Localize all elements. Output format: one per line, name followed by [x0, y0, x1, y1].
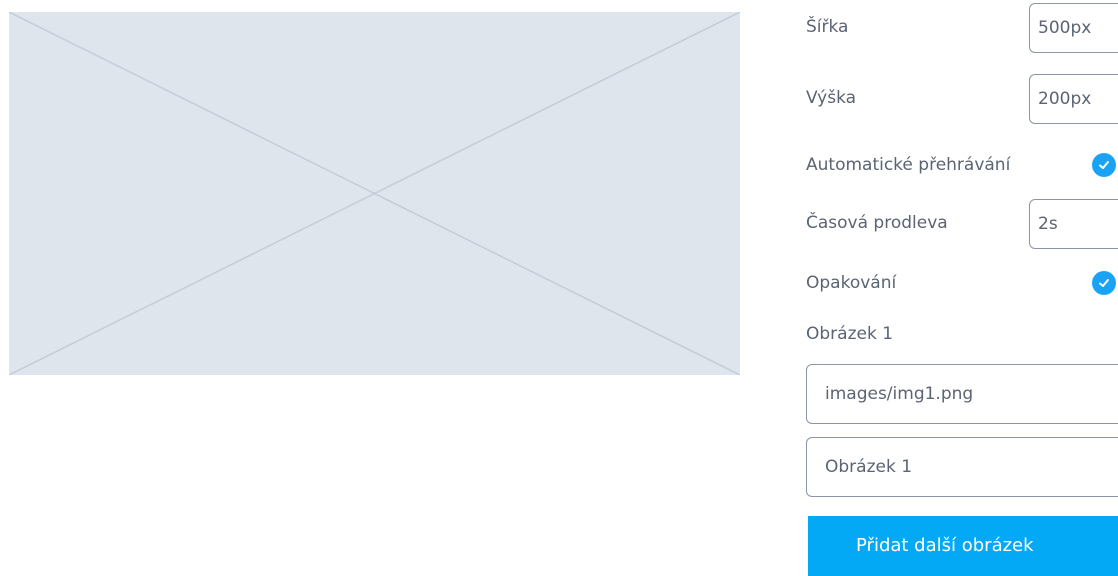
width-input[interactable]: 500px — [1029, 3, 1118, 53]
delay-label: Časová prodleva — [806, 213, 948, 233]
height-label: Výška — [806, 88, 857, 108]
add-image-button[interactable]: Přidat další obrázek — [808, 516, 1118, 576]
checkmark-icon — [1099, 279, 1109, 287]
checkmark-icon — [1099, 161, 1109, 169]
placeholder-x-icon — [9, 12, 740, 375]
height-input[interactable]: 200px — [1029, 74, 1118, 124]
image-1-path-input[interactable]: images/img1.png — [806, 364, 1118, 424]
loop-label: Opakování — [806, 273, 897, 293]
autoplay-checkbox[interactable] — [1092, 153, 1116, 177]
loop-checkbox[interactable] — [1092, 271, 1116, 295]
image-1-caption-input[interactable]: Obrázek 1 — [806, 437, 1118, 497]
image-placeholder — [9, 12, 740, 375]
width-label: Šířka — [806, 17, 849, 37]
autoplay-label: Automatické přehrávání — [806, 155, 1011, 175]
delay-input[interactable]: 2s — [1029, 199, 1118, 249]
image-1-section-label: Obrázek 1 — [806, 324, 894, 344]
